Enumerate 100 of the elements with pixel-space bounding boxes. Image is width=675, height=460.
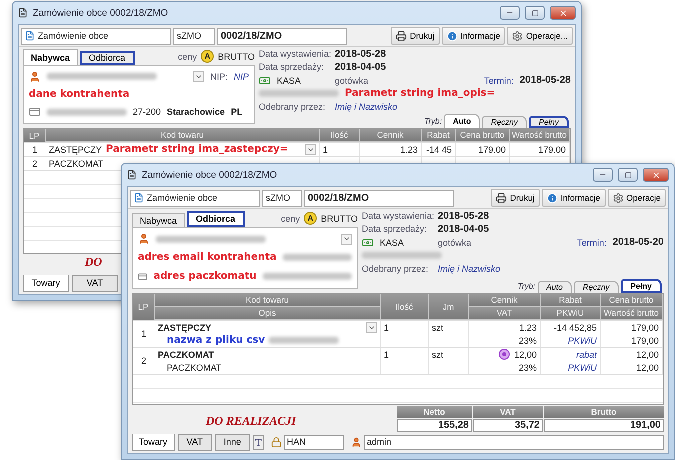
column-header: Wartość brutto <box>510 129 570 142</box>
column-header: Wartość brutto <box>601 307 663 320</box>
cell-text: 12,00 <box>514 350 537 360</box>
bottom-tab[interactable]: Towary <box>132 434 175 450</box>
dropdown-button[interactable] <box>193 71 204 82</box>
number-field[interactable]: 0002/18/ZMO <box>304 190 454 206</box>
date-value: 2018-05-28 <box>335 48 386 60</box>
cash-icon <box>259 74 271 86</box>
date-label: Data sprzedaży: <box>259 62 326 72</box>
annotation-text: Parametr string ima_opis= <box>345 88 496 99</box>
party-tab[interactable]: Odbiorca <box>80 51 135 65</box>
toolbar-button[interactable]: Operacje <box>608 189 666 207</box>
printer-icon <box>496 192 508 204</box>
cash-icon <box>362 236 374 248</box>
font-button[interactable] <box>252 434 264 450</box>
bottom-tab[interactable]: Inne <box>215 434 250 450</box>
bottom-tab[interactable]: Towary <box>23 274 69 292</box>
series-field[interactable]: sZMO <box>262 190 302 206</box>
document-type-field[interactable]: Zamówienie obce <box>130 190 260 206</box>
mode-tab[interactable]: Auto <box>444 114 480 128</box>
row-number: 2 <box>140 355 148 368</box>
annotation-text: Parametr string ima_zastepczy= <box>106 144 288 155</box>
info-icon <box>446 30 458 42</box>
bottom-tab[interactable]: VAT <box>72 274 118 292</box>
cell-text: PACZKOMAT <box>49 158 104 168</box>
row-number: 1 <box>31 144 38 156</box>
toolbar-button[interactable]: Drukuj <box>391 27 440 45</box>
series-field[interactable]: sZMO <box>173 28 215 44</box>
cell-text: 23% <box>518 336 537 346</box>
receiver-value[interactable]: Imię i Nazwisko <box>438 264 501 274</box>
window-title: Zamówienie obce 0002/18/ZMO <box>33 8 170 18</box>
document-type-field[interactable]: Zamówienie obce <box>21 28 171 44</box>
price-badge: A <box>304 212 318 225</box>
mode-label: Tryb: <box>518 282 536 290</box>
mode-tab[interactable]: Auto <box>538 281 572 293</box>
cell-text: 179,00 <box>631 322 659 332</box>
card-icon <box>29 106 41 118</box>
annotation-text: nazwa z pliku csv <box>167 335 266 346</box>
price-badge: A <box>201 50 214 63</box>
cell-text: szt <box>432 322 444 332</box>
toolbar-button[interactable]: Informacje <box>442 27 506 45</box>
document-icon <box>25 31 35 41</box>
party-tab[interactable]: Nabywca <box>23 49 78 65</box>
party-tab[interactable]: Nabywca <box>132 213 186 227</box>
bottom-tab[interactable]: VAT <box>178 434 212 450</box>
close-button[interactable] <box>643 168 669 182</box>
cell-text: 179,00 <box>631 336 659 346</box>
status-field[interactable]: HAN <box>284 434 344 450</box>
column-header: Opis <box>155 307 381 320</box>
total-value: 35,72 <box>473 419 543 432</box>
link-text[interactable]: rabat <box>576 350 597 360</box>
column-header: Cena brutto <box>456 129 510 142</box>
contractor-text: Starachowice <box>167 107 226 118</box>
due-date: 2018-05-28 <box>520 75 571 86</box>
status-field[interactable]: admin <box>364 434 664 450</box>
link-text[interactable]: PKWiU <box>568 362 597 372</box>
text-format-icon <box>254 438 263 446</box>
cell-text: PACZKOMAT <box>167 362 222 372</box>
cell-text: ZASTĘPCZY <box>158 322 212 332</box>
column-header: LP <box>133 294 155 320</box>
receiver-label: Odebrany przez: <box>362 264 430 274</box>
document-icon <box>134 193 144 203</box>
link-text[interactable]: NIP <box>234 72 249 82</box>
payment-method: KASA <box>277 76 302 86</box>
toolbar-button[interactable]: Informacje <box>542 189 606 207</box>
mode-tab[interactable]: Pełny <box>620 279 662 293</box>
mode-tab[interactable]: Pełny <box>528 116 569 128</box>
annotation-text: adres paczkomatu <box>154 271 257 282</box>
cell-text: 12,00 <box>636 350 659 360</box>
toolbar-button[interactable]: Operacje... <box>507 27 573 45</box>
cell-text: 1.23 <box>519 322 537 332</box>
minimize-button[interactable] <box>593 168 613 182</box>
column-header: VAT <box>469 307 541 320</box>
link-text[interactable]: PKWiU <box>568 336 597 346</box>
toolbar-button[interactable]: Drukuj <box>491 189 540 207</box>
maximize-button[interactable] <box>618 168 638 182</box>
price-mode: BRUTTO <box>321 214 358 224</box>
date-value: 2018-04-05 <box>335 62 386 72</box>
dropdown-button[interactable] <box>305 144 316 155</box>
prices-label: ceny <box>178 52 198 62</box>
row-number: 2 <box>31 158 38 170</box>
contractor-text: 27-200 <box>133 107 162 118</box>
dropdown-button[interactable] <box>366 322 377 333</box>
annotation-text: adres email kontrahenta <box>138 252 277 264</box>
mode-tab[interactable]: Ręczny <box>574 281 619 293</box>
dropdown-button[interactable] <box>341 234 352 245</box>
payment-type: gotówka <box>335 76 369 86</box>
info-icon <box>546 192 558 204</box>
column-header: PKWiU <box>541 307 601 320</box>
receiver-label: Odebrany przez: <box>259 102 327 112</box>
party-tab[interactable]: Odbiorca <box>187 211 245 227</box>
order-status: DO REALIZACJI <box>206 414 296 429</box>
maximize-button[interactable] <box>525 6 545 20</box>
mode-tab[interactable]: Ręczny <box>482 116 527 128</box>
number-field[interactable]: 0002/18/ZMO <box>217 28 347 44</box>
prices-label: ceny <box>281 214 300 224</box>
receiver-value[interactable]: Imię i Nazwisko <box>335 102 398 112</box>
close-button[interactable] <box>550 6 576 20</box>
minimize-button[interactable] <box>500 6 520 20</box>
row-number: 1 <box>140 328 148 341</box>
